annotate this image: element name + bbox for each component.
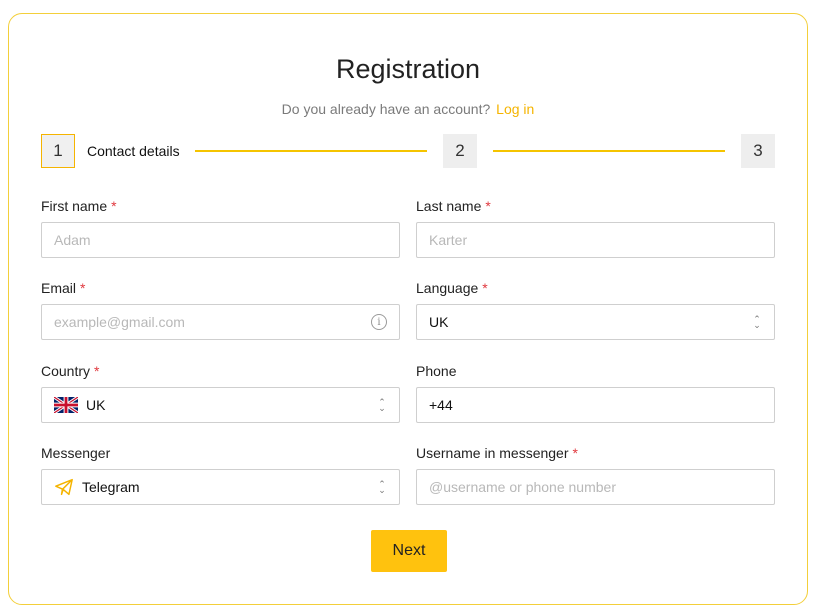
messenger-label: Messenger	[41, 445, 111, 461]
telegram-icon	[55, 478, 73, 496]
last-name-input[interactable]	[429, 232, 762, 248]
messenger-select[interactable]: Telegram ⌃ ⌄	[41, 469, 400, 505]
email-input[interactable]	[54, 314, 371, 330]
next-button[interactable]: Next	[371, 530, 447, 572]
language-select[interactable]: UK ⌃ ⌄	[416, 304, 775, 340]
phone-label: Phone	[416, 363, 457, 379]
last-name-label: Last name *	[416, 198, 491, 214]
country-label: Country *	[41, 363, 100, 379]
email-label: Email *	[41, 280, 86, 296]
login-link[interactable]: Log in	[496, 101, 534, 117]
username-label: Username in messenger *	[416, 445, 578, 461]
phone-value: +44	[429, 397, 453, 413]
chevron-updown-icon: ⌃ ⌄	[378, 397, 386, 413]
page-title: Registration	[335, 54, 481, 84]
step-1-label: Contact details	[87, 143, 180, 159]
country-select[interactable]: UK ⌃ ⌄	[41, 387, 400, 423]
email-field[interactable]: i	[41, 304, 400, 340]
language-value: UK	[429, 314, 449, 330]
chevron-updown-icon: ⌃ ⌄	[753, 314, 761, 330]
first-name-label: First name *	[41, 198, 117, 214]
registration-card: Registration Do you already have an acco…	[8, 13, 808, 605]
login-prompt: Do you already have an account? Log in	[9, 101, 807, 117]
username-input[interactable]	[429, 479, 762, 495]
step-connector-2	[493, 150, 725, 152]
step-connector-1	[195, 150, 427, 152]
username-field[interactable]	[416, 469, 775, 505]
uk-flag-icon	[54, 397, 78, 413]
step-1[interactable]: 1	[41, 134, 75, 168]
first-name-input[interactable]	[54, 232, 387, 248]
last-name-field[interactable]	[416, 222, 775, 258]
login-prompt-text: Do you already have an account?	[281, 101, 491, 117]
step-3[interactable]: 3	[741, 134, 775, 168]
phone-field[interactable]: +44	[416, 387, 775, 423]
step-2[interactable]: 2	[443, 134, 477, 168]
country-value: UK	[86, 397, 106, 413]
messenger-value: Telegram	[82, 479, 140, 495]
language-label: Language *	[416, 280, 488, 296]
chevron-updown-icon: ⌃ ⌄	[378, 479, 386, 495]
info-icon[interactable]: i	[371, 314, 387, 330]
first-name-field[interactable]	[41, 222, 400, 258]
